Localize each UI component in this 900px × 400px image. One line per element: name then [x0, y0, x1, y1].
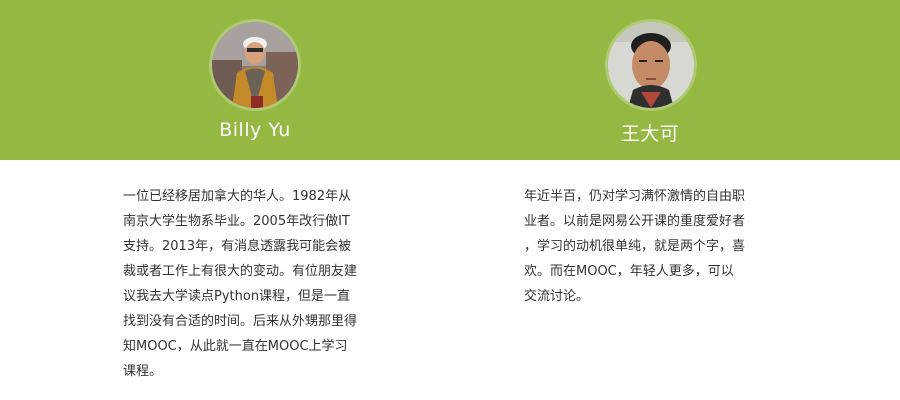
testimonials-page: Billy Yu 一位已经移居加拿大的华人。1982年从 南京大学生物系毕业。2… — [0, 0, 900, 400]
profile-name: 王大可 — [620, 123, 680, 145]
person-photo-avatar-icon — [608, 22, 694, 108]
avatar — [212, 22, 298, 108]
profile-bio: 年近半百，仍对学习满怀激情的自由职 业者。以前是网易公开课的重度爱好者 ，学习的… — [524, 189, 746, 304]
profile-name: Billy Yu — [219, 119, 291, 141]
profile-bio: 一位已经移居加拿大的华人。1982年从 南京大学生物系毕业。2005年改行做IT… — [123, 189, 358, 379]
person-photo-avatar-icon — [212, 22, 298, 108]
avatar — [608, 22, 694, 108]
